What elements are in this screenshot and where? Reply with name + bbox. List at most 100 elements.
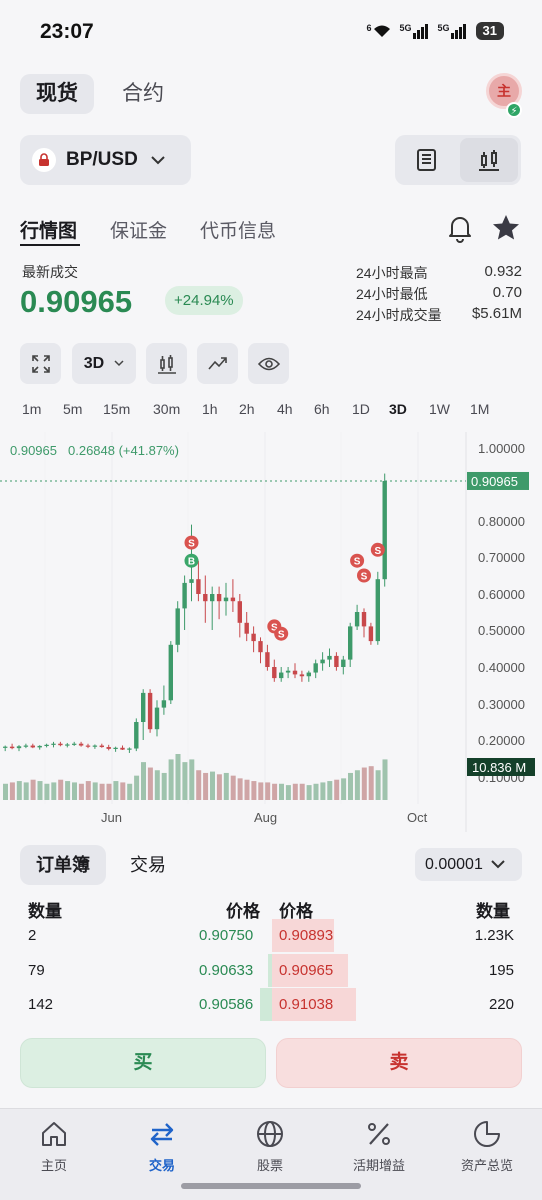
tab-orderbook[interactable]: 订单簿 bbox=[20, 845, 106, 885]
candle-body bbox=[223, 597, 229, 602]
buy-button[interactable]: 买 bbox=[20, 1038, 266, 1088]
y-tick-label: 0.20000 bbox=[478, 733, 525, 748]
tab-spot[interactable]: 现货 bbox=[20, 74, 94, 114]
volume-bar bbox=[265, 782, 271, 800]
timeframe-1d[interactable]: 1D bbox=[352, 401, 370, 417]
trend-button[interactable] bbox=[197, 343, 238, 384]
candle-body bbox=[265, 652, 270, 667]
timeframe-4h[interactable]: 4h bbox=[277, 401, 293, 417]
timeframe-5m[interactable]: 5m bbox=[63, 401, 82, 417]
chart-view-button[interactable] bbox=[460, 138, 518, 182]
bid-qty[interactable]: 79 bbox=[28, 962, 45, 979]
volume-bar bbox=[223, 772, 229, 800]
timeframe-2h[interactable]: 2h bbox=[239, 401, 255, 417]
swap-icon bbox=[150, 1123, 174, 1146]
nav-home-label: 主页 bbox=[40, 1158, 67, 1173]
volume-bar bbox=[306, 785, 312, 800]
ask-qty[interactable]: 220 bbox=[489, 996, 514, 1013]
ask-price[interactable]: 0.90893 bbox=[279, 927, 333, 944]
volume-bar bbox=[272, 783, 278, 800]
tab-trades[interactable]: 交易 bbox=[114, 845, 182, 885]
subtab-margin[interactable]: 保证金 bbox=[110, 216, 167, 243]
candle-body bbox=[65, 744, 70, 746]
stat-label-volume: 24小时成交量 bbox=[356, 307, 442, 323]
candle-body bbox=[237, 601, 242, 623]
candle-body bbox=[99, 745, 104, 748]
trade-badge: S bbox=[357, 568, 371, 583]
bid-qty[interactable]: 142 bbox=[28, 996, 53, 1013]
sell-button[interactable]: 卖 bbox=[276, 1038, 522, 1088]
candle-body bbox=[78, 743, 84, 746]
price-chart[interactable]: SBSSSSS 0.90965 0.26848 (+41.87%) 1.00000 0… bbox=[0, 432, 542, 832]
candle-body bbox=[85, 745, 91, 747]
trade-badge-label: S bbox=[374, 546, 381, 557]
volume-bar bbox=[147, 767, 153, 800]
volume-bar bbox=[375, 770, 381, 800]
candle-body bbox=[44, 744, 49, 747]
subtab-chart[interactable]: 行情图 bbox=[20, 216, 77, 243]
trend-icon bbox=[207, 356, 227, 370]
volume-bar bbox=[78, 783, 84, 800]
timeframe-30m[interactable]: 30m bbox=[153, 401, 180, 417]
candle-body bbox=[120, 747, 125, 750]
nav-earn[interactable]: 活期增益 bbox=[325, 1119, 433, 1174]
trade-badge: S bbox=[370, 542, 385, 557]
precision-select[interactable]: 0.00001 bbox=[415, 848, 522, 881]
trade-badge-label: S bbox=[188, 539, 195, 550]
candle-body bbox=[168, 644, 173, 701]
timeframe-1mo[interactable]: 1M bbox=[470, 401, 489, 417]
nav-stocks[interactable]: 股票 bbox=[216, 1119, 324, 1174]
nav-assets[interactable]: 资产总览 bbox=[433, 1119, 541, 1174]
ask-qty[interactable]: 195 bbox=[489, 962, 514, 979]
ask-qty[interactable]: 1.23K bbox=[475, 927, 514, 944]
volume-bar bbox=[99, 783, 105, 800]
nav-stocks-label: 股票 bbox=[256, 1158, 283, 1173]
candle-body bbox=[320, 659, 325, 664]
orderbook-view-button[interactable] bbox=[398, 138, 456, 182]
nav-trade[interactable]: 交易 bbox=[108, 1119, 216, 1174]
visibility-button[interactable] bbox=[248, 343, 289, 384]
star-icon[interactable] bbox=[491, 213, 521, 243]
bid-price[interactable]: 0.90750 bbox=[199, 927, 253, 944]
y-tick-label: 0.80000 bbox=[478, 514, 525, 529]
volume-bar bbox=[299, 783, 305, 800]
pair-selector[interactable]: BP/USD bbox=[20, 135, 191, 185]
timeframe-1w[interactable]: 1W bbox=[429, 401, 450, 417]
bid-price[interactable]: 0.90633 bbox=[199, 962, 253, 979]
trade-badge-label: S bbox=[354, 557, 361, 568]
candle-body bbox=[147, 692, 153, 730]
volume-bar bbox=[154, 770, 160, 800]
timeframe-3d[interactable]: 3D bbox=[389, 401, 407, 417]
chevron-down-icon bbox=[491, 860, 505, 869]
candle-body bbox=[127, 748, 132, 750]
nav-home[interactable]: 主页 bbox=[0, 1119, 108, 1174]
volume-bar bbox=[51, 782, 57, 800]
candle-body bbox=[30, 745, 35, 748]
bid-qty[interactable]: 2 bbox=[28, 927, 36, 944]
trade-badge: S bbox=[274, 626, 289, 641]
volume-bar bbox=[141, 762, 146, 800]
timeframe-6h[interactable]: 6h bbox=[314, 401, 330, 417]
ask-price[interactable]: 0.90965 bbox=[279, 962, 333, 979]
bid-price[interactable]: 0.90586 bbox=[199, 996, 253, 1013]
volume-bar bbox=[113, 781, 119, 800]
candle-body bbox=[258, 641, 263, 653]
home-indicator bbox=[181, 1183, 361, 1189]
stat-value-high: 0.932 bbox=[484, 263, 522, 280]
bid-depth-bar bbox=[268, 954, 272, 987]
timeframe-1m[interactable]: 1m bbox=[22, 401, 41, 417]
indicators-button[interactable] bbox=[146, 343, 187, 384]
timeframe-1h[interactable]: 1h bbox=[202, 401, 218, 417]
subtab-token-info[interactable]: 代币信息 bbox=[200, 216, 276, 243]
volume-bar bbox=[196, 770, 202, 800]
tab-contract[interactable]: 合约 bbox=[106, 74, 180, 114]
bell-icon[interactable] bbox=[446, 213, 474, 243]
volume-bar bbox=[30, 779, 36, 800]
price-tag-label: 0.90965 bbox=[471, 474, 518, 489]
timeframe-15m[interactable]: 15m bbox=[103, 401, 130, 417]
volume-bar bbox=[244, 779, 250, 800]
interval-select[interactable]: 3D bbox=[72, 343, 136, 384]
fullscreen-button[interactable] bbox=[20, 343, 61, 384]
signal-icon-2: 5G bbox=[438, 23, 468, 39]
ask-price[interactable]: 0.91038 bbox=[279, 996, 333, 1013]
